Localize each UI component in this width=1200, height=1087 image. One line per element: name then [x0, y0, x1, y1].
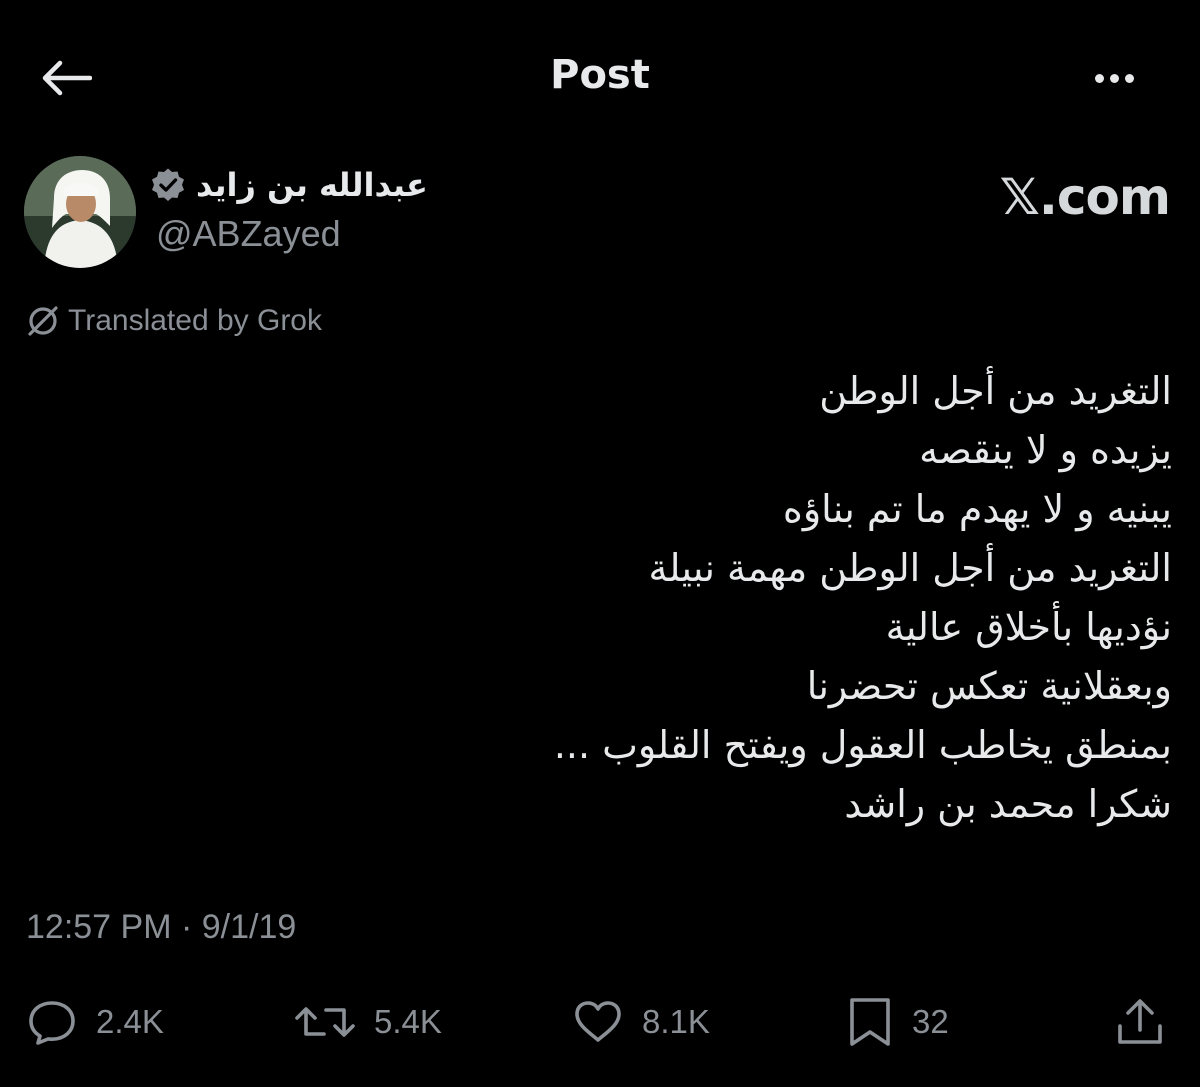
author-name[interactable]: عبدالله بن زايد — [150, 166, 430, 204]
avatar[interactable] — [24, 156, 136, 268]
post-line: التغريد من أجل الوطن مهمة نبيلة — [648, 546, 1172, 590]
post-header: Post — [0, 0, 1200, 160]
post-line: شكرا محمد بن راشد — [844, 782, 1172, 826]
more-options-button[interactable] — [1080, 56, 1148, 100]
bookmark-icon — [850, 998, 890, 1046]
avatar-image — [24, 156, 136, 268]
reply-button[interactable]: 2.4K — [26, 990, 164, 1054]
back-button[interactable] — [36, 52, 96, 104]
author-display-name: عبدالله بن زايد — [196, 166, 428, 204]
post-line: يبنيه و لا يهدم ما تم بناؤه — [782, 487, 1172, 531]
repost-button[interactable]: 5.4K — [294, 990, 442, 1054]
share-button[interactable] — [1114, 990, 1166, 1054]
post-line: وبعقلانية تعكس تحضرنا — [806, 664, 1172, 708]
like-count: 8.1K — [642, 1003, 710, 1040]
author-handle[interactable]: @ABZayed — [156, 213, 341, 255]
heart-icon — [575, 1001, 621, 1042]
like-button[interactable]: 8.1K — [572, 990, 710, 1054]
post-line: يزيده و لا ينقصه — [919, 428, 1172, 472]
page-title: Post — [550, 52, 650, 98]
bookmark-button[interactable]: 32 — [846, 990, 949, 1054]
share-icon — [1118, 999, 1162, 1044]
arrow-left-icon — [42, 60, 92, 96]
post-timestamp[interactable]: 12:57 PM · 9/1/19 — [26, 908, 296, 947]
post-line: بمنطق يخاطب العقول ويفتح القلوب ... — [553, 723, 1172, 767]
bookmark-count: 32 — [912, 1003, 949, 1040]
repost-count: 5.4K — [374, 1003, 442, 1040]
verified-badge-icon — [152, 168, 184, 201]
no-translate-icon — [28, 306, 58, 336]
translated-by-grok-toggle[interactable]: Translated by Grok — [26, 304, 322, 338]
post-line: التغريد من أجل الوطن — [819, 369, 1172, 413]
brand-watermark: 𝕏.com — [999, 168, 1171, 226]
post-line: نؤديها بأخلاق عالية — [885, 605, 1172, 649]
post-text: التغريد من أجل الوطن يزيده و لا ينقصه يب… — [272, 362, 1172, 834]
action-bar: 2.4K 5.4K 8.1K 32 — [0, 990, 1200, 1054]
translated-label: Translated by Grok — [68, 304, 322, 337]
repost-icon — [295, 1007, 355, 1037]
more-horizontal-icon — [1094, 73, 1104, 83]
reply-icon — [29, 1001, 75, 1045]
reply-count: 2.4K — [96, 1003, 164, 1040]
